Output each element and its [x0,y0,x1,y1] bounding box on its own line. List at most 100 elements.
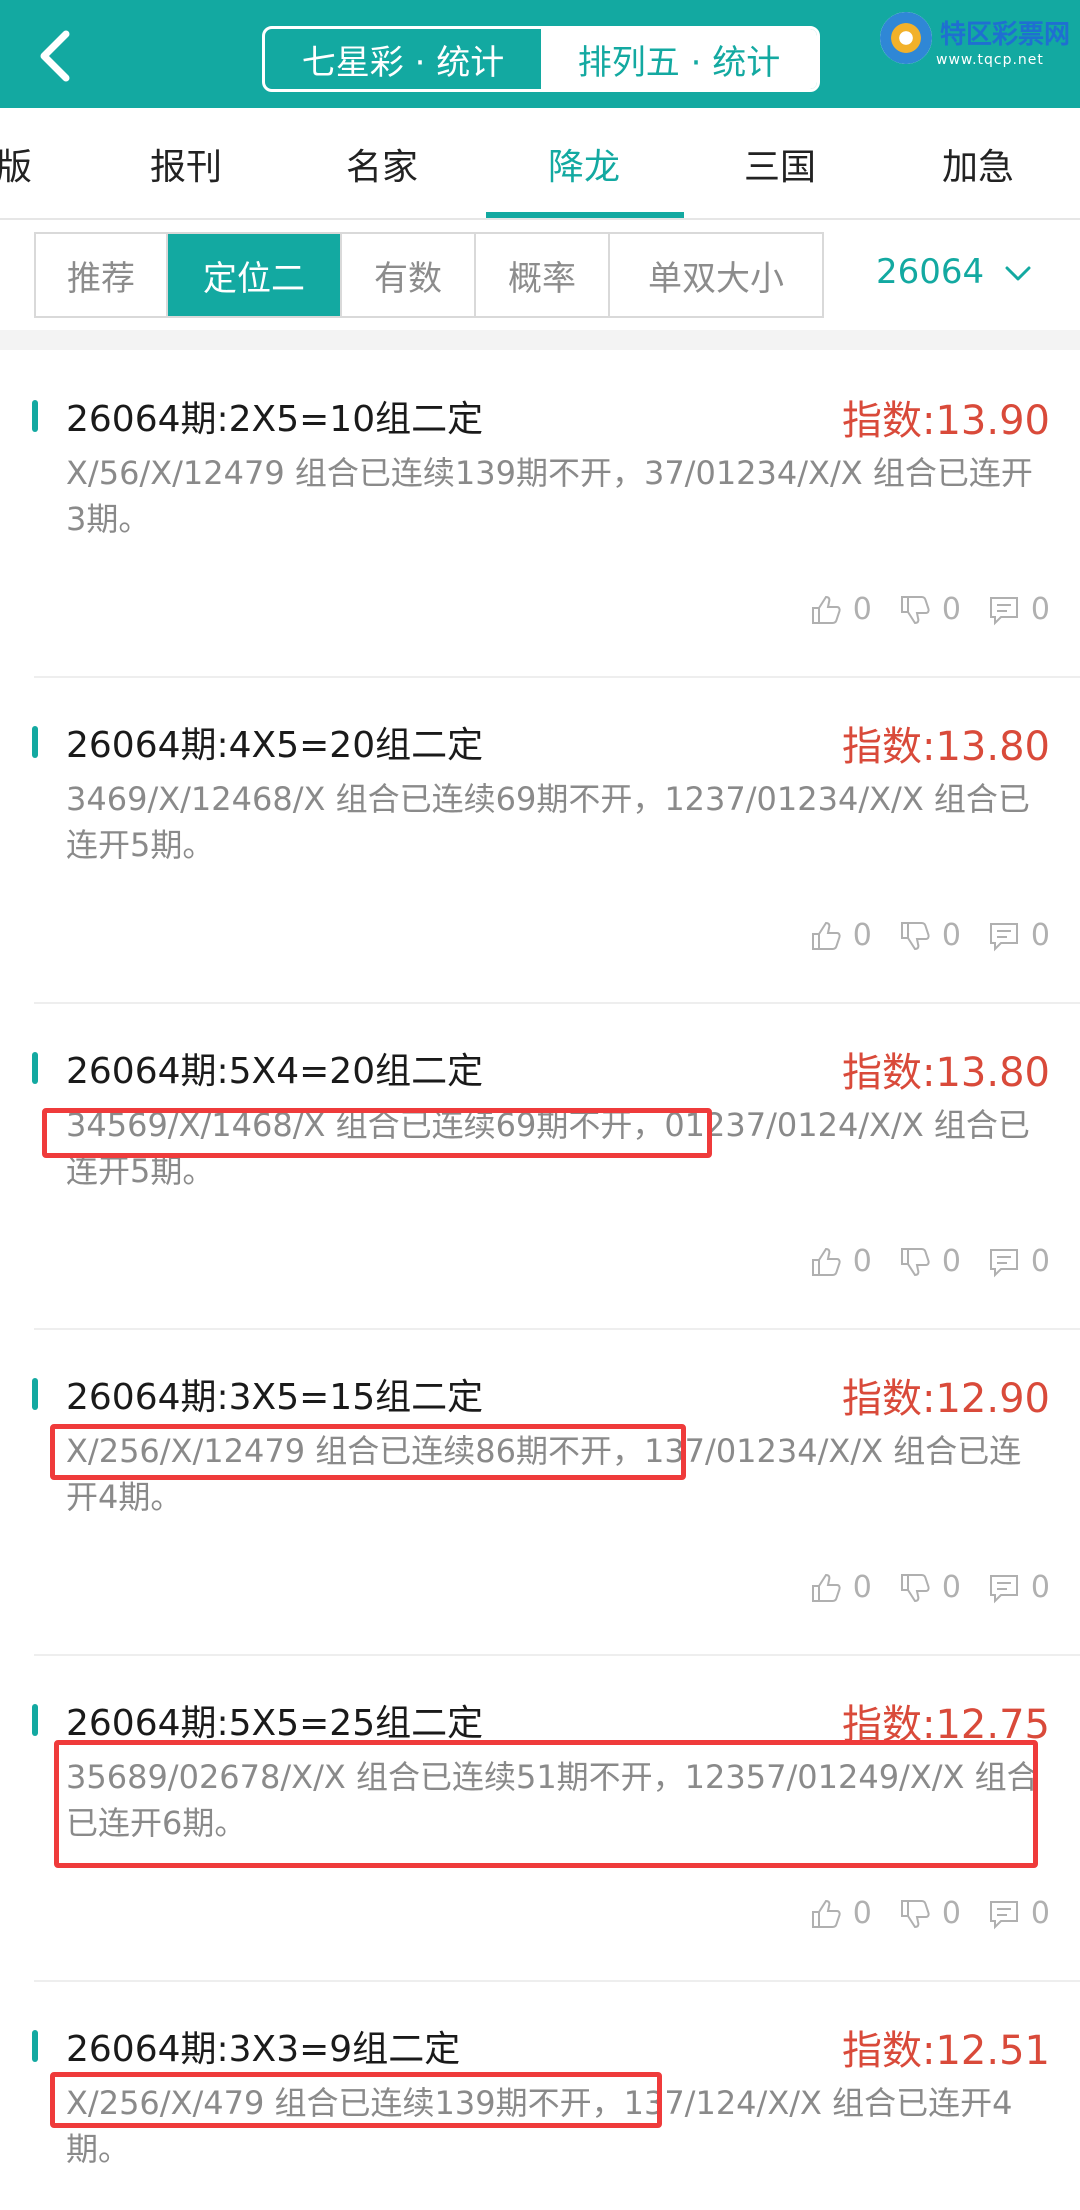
card-description: X/256/X/479 组合已连续139期不开，137/124/X/X 组合已连… [66,2084,1013,2168]
card-accent-bar [32,1378,38,1410]
stats-segment-control: 七星彩 · 统计 排列五 · 统计 [262,26,820,92]
like-count: 0 [852,1896,872,1931]
prediction-card[interactable]: 26064期:4X5=20组二定 指数:13.80 3469/X/12468/X… [0,678,1080,1002]
chevron-down-icon[interactable] [1004,262,1032,286]
like-button[interactable]: 0 [809,1570,872,1605]
prediction-card[interactable]: 26064期:5X5=25组二定 指数:12.75 35689/02678/X/… [0,1656,1080,1980]
tab-baokan[interactable]: 报刊 [150,138,222,190]
prediction-card[interactable]: 26064期:5X4=20组二定 指数:13.80 34569/X/1468/X… [0,1004,1080,1328]
segment-pailiewu-stats[interactable]: 排列五 · 统计 [541,29,817,89]
thumbs-down-icon [900,1573,930,1602]
like-count: 0 [852,592,872,627]
site-logo: 特区彩票网 www.tqcp.net [876,8,1076,72]
card-title: 26064期:5X5=25组二定 [66,1703,484,1744]
comment-button[interactable]: 0 [987,1896,1050,1931]
prediction-card[interactable]: 26064期:3X3=9组二定 指数:12.51 X/256/X/479 组合已… [0,1982,1080,2210]
dislike-button[interactable]: 0 [898,1896,961,1931]
comment-button[interactable]: 0 [987,592,1050,627]
card-description: X/56/X/12479 组合已连续139期不开，37/01234/X/X 组合… [66,454,1033,538]
filter-bar: 推荐 定位二 有数 概率 单双大小 26064 [0,222,1080,332]
prediction-card[interactable]: 26064期:3X5=15组二定 指数:12.90 X/256/X/12479 … [0,1330,1080,1654]
thumbs-down-icon [900,921,930,950]
thumbs-up-icon [811,1247,841,1276]
card-index: 指数:12.90 [842,1376,1050,1422]
card-description: 3469/X/12468/X 组合已连续69期不开，1237/01234/X/X… [66,780,1030,864]
active-tab-indicator [486,212,684,218]
card-accent-bar [32,1704,38,1736]
card-index: 指数:13.80 [842,724,1050,770]
tab-ban[interactable]: 版 [0,138,32,190]
tab-mingjia[interactable]: 名家 [346,138,418,190]
filter-youshu[interactable]: 有数 [342,234,476,316]
dislike-count: 0 [941,1244,961,1279]
tab-sanguo[interactable]: 三国 [744,138,816,190]
filter-tuijian[interactable]: 推荐 [36,234,168,316]
card-actions: 0 0 0 [809,1896,1050,1931]
card-title: 26064期:3X5=15组二定 [66,1377,484,1418]
segment-qixingcai-stats[interactable]: 七星彩 · 统计 [265,29,541,89]
category-tabs: 版 报刊 名家 降龙 三国 加急 [0,108,1080,220]
section-gap [0,330,1080,350]
card-title: 26064期:4X5=20组二定 [66,725,484,766]
filter-button-group: 推荐 定位二 有数 概率 单双大小 [34,232,824,318]
like-button[interactable]: 0 [809,592,872,627]
like-count: 0 [852,918,872,953]
tab-jiaji[interactable]: 加急 [942,138,1014,190]
filter-danshuangdaxiao[interactable]: 单双大小 [610,234,822,316]
filter-gailv[interactable]: 概率 [476,234,610,316]
dislike-button[interactable]: 0 [898,1570,961,1605]
comment-icon [989,596,1018,625]
card-actions: 0 0 0 [809,1570,1050,1605]
comment-count: 0 [1030,918,1050,953]
card-accent-bar [32,400,38,432]
thumbs-up-icon [811,921,841,950]
like-count: 0 [852,1570,872,1605]
card-title: 26064期:3X3=9组二定 [66,2029,461,2070]
card-index: 指数:12.51 [842,2028,1050,2074]
prediction-card[interactable]: 26064期:2X5=10组二定 指数:13.90 X/56/X/12479 组… [0,352,1080,676]
comment-button[interactable]: 0 [987,1244,1050,1279]
card-accent-bar [32,1052,38,1084]
filter-dingweier[interactable]: 定位二 [168,234,342,316]
comment-count: 0 [1030,1244,1050,1279]
dislike-count: 0 [941,1570,961,1605]
back-button[interactable] [28,26,88,86]
comment-button[interactable]: 0 [987,918,1050,953]
card-accent-bar [32,2030,38,2062]
comment-icon [989,1900,1018,1929]
card-title: 26064期:2X5=10组二定 [66,399,484,440]
thumbs-down-icon [900,1247,930,1276]
comment-icon [989,1248,1018,1277]
tab-xianglong[interactable]: 降龙 [548,138,620,190]
comment-count: 0 [1030,592,1050,627]
like-count: 0 [852,1244,872,1279]
logo-title: 特区彩票网 [940,20,1071,50]
logo-emblem-icon [880,12,932,64]
like-button[interactable]: 0 [809,1896,872,1931]
thumbs-down-icon [900,1899,930,1928]
thumbs-up-icon [811,1573,841,1602]
card-actions: 0 0 0 [809,592,1050,627]
period-selector[interactable]: 26064 [876,252,984,292]
dislike-button[interactable]: 0 [898,592,961,627]
thumbs-down-icon [900,595,930,624]
card-actions: 0 0 0 [809,918,1050,953]
card-actions: 0 0 0 [809,1244,1050,1279]
comment-icon [989,922,1018,951]
card-index: 指数:12.75 [842,1702,1050,1748]
dislike-button[interactable]: 0 [898,1244,961,1279]
comment-count: 0 [1030,1896,1050,1931]
like-button[interactable]: 0 [809,1244,872,1279]
thumbs-up-icon [811,595,841,624]
dislike-button[interactable]: 0 [898,918,961,953]
dislike-count: 0 [941,592,961,627]
dislike-count: 0 [941,918,961,953]
card-description: X/256/X/12479 组合已连续86期不开，137/01234/X/X 组… [66,1432,1022,1516]
like-button[interactable]: 0 [809,918,872,953]
card-description: 34569/X/1468/X 组合已连续69期不开，01237/0124/X/X… [66,1106,1030,1190]
comment-icon [989,1574,1018,1603]
comment-button[interactable]: 0 [987,1570,1050,1605]
card-title: 26064期:5X4=20组二定 [66,1051,484,1092]
dislike-count: 0 [941,1896,961,1931]
card-index: 指数:13.90 [842,398,1050,444]
